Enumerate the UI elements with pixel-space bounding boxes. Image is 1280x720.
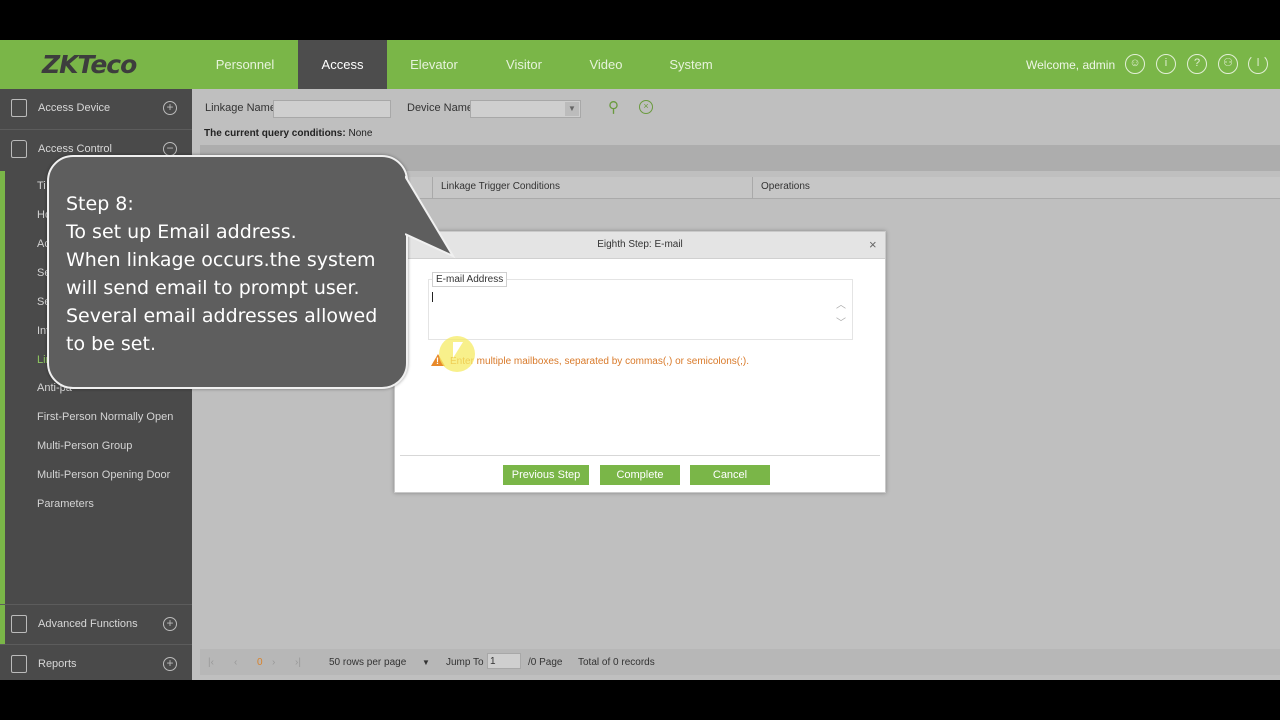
sidebar-section-advanced-functions[interactable]: Advanced Functions + [0, 604, 192, 644]
expand-icon[interactable]: + [163, 657, 177, 671]
callout-line: to be set. [66, 333, 156, 355]
sidebar-section-access-device[interactable]: Access Device + [0, 89, 192, 129]
callout-text: Step 8: To set up Email address. When li… [66, 190, 396, 358]
sidebar-item-multi-person-opening-door[interactable]: Multi-Person Opening Door [37, 469, 170, 481]
app-window: ZKTeco Personnel Access Elevator Visitor… [0, 40, 1280, 680]
chevron-down-icon[interactable]: ▼ [422, 658, 430, 667]
linkage-name-input[interactable] [273, 100, 391, 118]
search-icon[interactable]: ⚲ [608, 98, 619, 116]
linkage-name-label: Linkage Name [205, 102, 276, 114]
expand-icon[interactable]: + [163, 617, 177, 631]
callout-line: will send email to prompt user. [66, 277, 360, 299]
email-address-textarea[interactable] [431, 288, 831, 334]
text-caret [432, 292, 433, 302]
welcome-text: Welcome, admin [1026, 58, 1116, 72]
prev-page-icon[interactable]: ‹ [234, 657, 237, 668]
sidebar-item-partial[interactable]: Ti [37, 180, 46, 192]
sidebar-item-multi-person-group[interactable]: Multi-Person Group [37, 440, 132, 452]
chevron-down-icon[interactable]: ▼ [565, 102, 579, 116]
tab-personnel[interactable]: Personnel [192, 40, 298, 89]
lock-icon [11, 140, 27, 158]
email-address-label: E-mail Address [432, 272, 508, 287]
sidebar-section-label: Advanced Functions [38, 618, 138, 630]
query-conditions-value: None [348, 128, 373, 139]
first-page-icon[interactable]: |‹ [208, 657, 214, 668]
jump-to-label: Jump To [446, 657, 484, 668]
query-conditions-label: The current query conditions: [204, 128, 346, 139]
device-icon [11, 99, 27, 117]
sidebar-section-reports[interactable]: Reports + [0, 644, 192, 680]
top-navigation: ZKTeco Personnel Access Elevator Visitor… [0, 40, 1280, 89]
callout-line: Several email addresses allowed [66, 305, 378, 327]
callout-line: When linkage occurs.the system [66, 249, 376, 271]
account-icon[interactable]: ⚇ [1218, 54, 1238, 74]
device-name-label: Device Name [407, 102, 474, 114]
last-page-icon[interactable]: ›| [295, 657, 301, 668]
scroll-down-icon[interactable]: ﹀ [836, 314, 846, 329]
clear-icon[interactable]: × [639, 100, 653, 114]
help-icon[interactable]: ? [1187, 54, 1207, 74]
email-hint: Enter multiple mailboxes, separated by c… [450, 356, 749, 367]
mouse-pointer-icon [453, 342, 463, 358]
advanced-icon [11, 615, 27, 633]
collapse-icon[interactable]: − [163, 142, 177, 156]
next-page-icon[interactable]: › [272, 657, 275, 668]
tab-system[interactable]: System [652, 40, 730, 89]
dialog-header: Eighth Step: E-mail × [395, 232, 885, 259]
column-operations[interactable]: Operations [761, 181, 810, 192]
column-divider [752, 177, 753, 199]
dialog-title: Eighth Step: E-mail [597, 239, 683, 250]
pagination-bar: |‹ ‹ 0 › ›| 50 rows per page ▼ Jump To 1… [200, 649, 1280, 675]
callout-pointer [405, 175, 456, 259]
tab-elevator[interactable]: Elevator [390, 40, 478, 89]
user-icon[interactable]: ☺ [1125, 54, 1145, 74]
sidebar-section-label: Access Device [38, 102, 111, 114]
tab-access[interactable]: Access [298, 40, 387, 89]
callout-line: Step 8: [66, 193, 134, 215]
close-icon[interactable]: × [869, 237, 877, 252]
cancel-button[interactable]: Cancel [690, 465, 770, 485]
active-section-indicator [0, 171, 5, 644]
query-conditions: The current query conditions: None [204, 128, 372, 139]
tab-video[interactable]: Video [570, 40, 642, 89]
sidebar-section-label: Access Control [38, 143, 112, 155]
rows-per-page-select[interactable]: 50 rows per page [329, 657, 406, 668]
callout-line: To set up Email address. [66, 221, 297, 243]
email-step-dialog: Eighth Step: E-mail × E-mail Address ︿ ﹀… [394, 231, 886, 493]
complete-button[interactable]: Complete [600, 465, 680, 485]
scroll-up-icon[interactable]: ︿ [836, 296, 846, 311]
previous-step-button[interactable]: Previous Step [503, 465, 589, 485]
sidebar-item-first-person-normally-open[interactable]: First-Person Normally Open [37, 411, 173, 423]
current-page: 0 [257, 657, 263, 668]
expand-icon[interactable]: + [163, 101, 177, 115]
page-total: /0 Page [528, 657, 563, 668]
sidebar-item-parameters[interactable]: Parameters [37, 498, 94, 510]
dialog-divider [400, 455, 880, 456]
jump-to-input[interactable]: 1 [487, 653, 521, 669]
record-count: Total of 0 records [578, 657, 655, 668]
info-icon[interactable]: i [1156, 54, 1176, 74]
tab-visitor[interactable]: Visitor [485, 40, 563, 89]
device-name-select[interactable]: ▼ [470, 100, 581, 118]
reports-icon [11, 655, 27, 673]
power-icon[interactable]: ǀ [1248, 54, 1268, 74]
sidebar-section-label: Reports [38, 658, 77, 670]
logo: ZKTeco [42, 50, 137, 79]
